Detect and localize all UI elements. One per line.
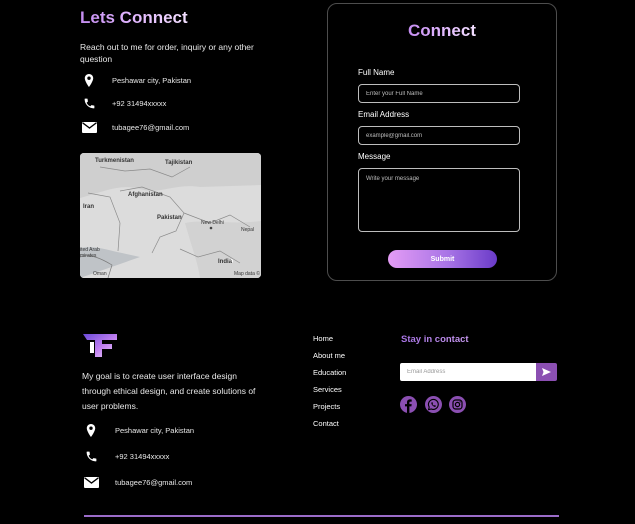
map-label: Turkmenistan (95, 158, 134, 164)
map-label: Tajikistan (165, 160, 193, 166)
contact-form-card: Connect Full Name Email Address Message … (327, 3, 557, 281)
logo-f-icon (83, 334, 117, 357)
phone-icon (83, 449, 99, 463)
full-name-input[interactable] (358, 84, 520, 103)
phone-text: +92 31494xxxxx (112, 98, 167, 108)
map-label: Afghanistan (128, 192, 163, 198)
map-label: Oman (93, 271, 107, 277)
footer-phone-row: +92 31494xxxxx (81, 449, 169, 463)
email-input[interactable] (358, 126, 520, 145)
footer-nav-about[interactable]: About me (313, 351, 345, 360)
instagram-icon[interactable] (449, 396, 466, 413)
email-row: tubagee76@gmail.com (81, 120, 189, 134)
stay-in-contact-heading: Stay in contact (401, 334, 469, 345)
footer-email-text: tubagee76@gmail.com (115, 477, 193, 487)
footer-location-row: Peshawar city, Pakistan (81, 423, 194, 437)
message-textarea[interactable] (358, 168, 520, 232)
form-title: Connect (408, 21, 476, 40)
phone-row: +92 31494xxxxx (81, 96, 166, 110)
whatsapp-icon[interactable] (425, 396, 442, 413)
mail-icon (81, 120, 97, 134)
mail-icon (83, 475, 99, 489)
facebook-icon[interactable] (400, 396, 417, 413)
map-label: Nepal (241, 227, 255, 233)
map-label: Iran (83, 204, 95, 210)
footer-nav-education[interactable]: Education (313, 368, 346, 377)
footer-location-text: Peshawar city, Pakistan (115, 425, 195, 435)
footer-nav-projects[interactable]: Projects (313, 402, 340, 411)
footer-phone-text: +92 31494xxxxx (115, 451, 170, 461)
location-text: Peshawar city, Pakistan (112, 75, 192, 85)
map-label: New Delhi (201, 220, 224, 226)
map-attribution: Map data © (234, 271, 260, 277)
footer-nav-contact[interactable]: Contact (313, 419, 339, 428)
map-label: Pakistan (157, 215, 182, 221)
brand-logo[interactable] (82, 330, 118, 363)
newsletter-email-input[interactable] (400, 363, 536, 381)
location-row: Peshawar city, Pakistan (81, 73, 191, 87)
email-label: Email Address (358, 110, 410, 119)
footer-nav-home[interactable]: Home (313, 334, 333, 343)
footer-divider (84, 515, 559, 517)
lets-connect-heading: Lets Connect (80, 8, 188, 27)
map-label: India (218, 259, 233, 265)
location-pin-icon (81, 73, 97, 87)
email-text: tubagee76@gmail.com (112, 122, 190, 132)
footer-nav-services[interactable]: Services (313, 385, 342, 394)
full-name-label: Full Name (358, 68, 395, 77)
newsletter-send-button[interactable] (536, 363, 557, 381)
send-icon (542, 368, 551, 376)
location-map[interactable]: Turkmenistan Tajikistan Afghanistan Iran… (80, 153, 261, 278)
footer-email-row: tubagee76@gmail.com (81, 475, 192, 489)
message-label: Message (358, 152, 391, 161)
phone-icon (81, 96, 97, 110)
map-label: ited Arab mirates (80, 247, 100, 259)
footer-mission: My goal is to create user interface desi… (82, 371, 256, 412)
location-pin-icon (83, 423, 99, 437)
submit-button[interactable]: Submit (388, 250, 497, 268)
contact-intro: Reach out to me for order, inquiry or an… (80, 42, 254, 64)
